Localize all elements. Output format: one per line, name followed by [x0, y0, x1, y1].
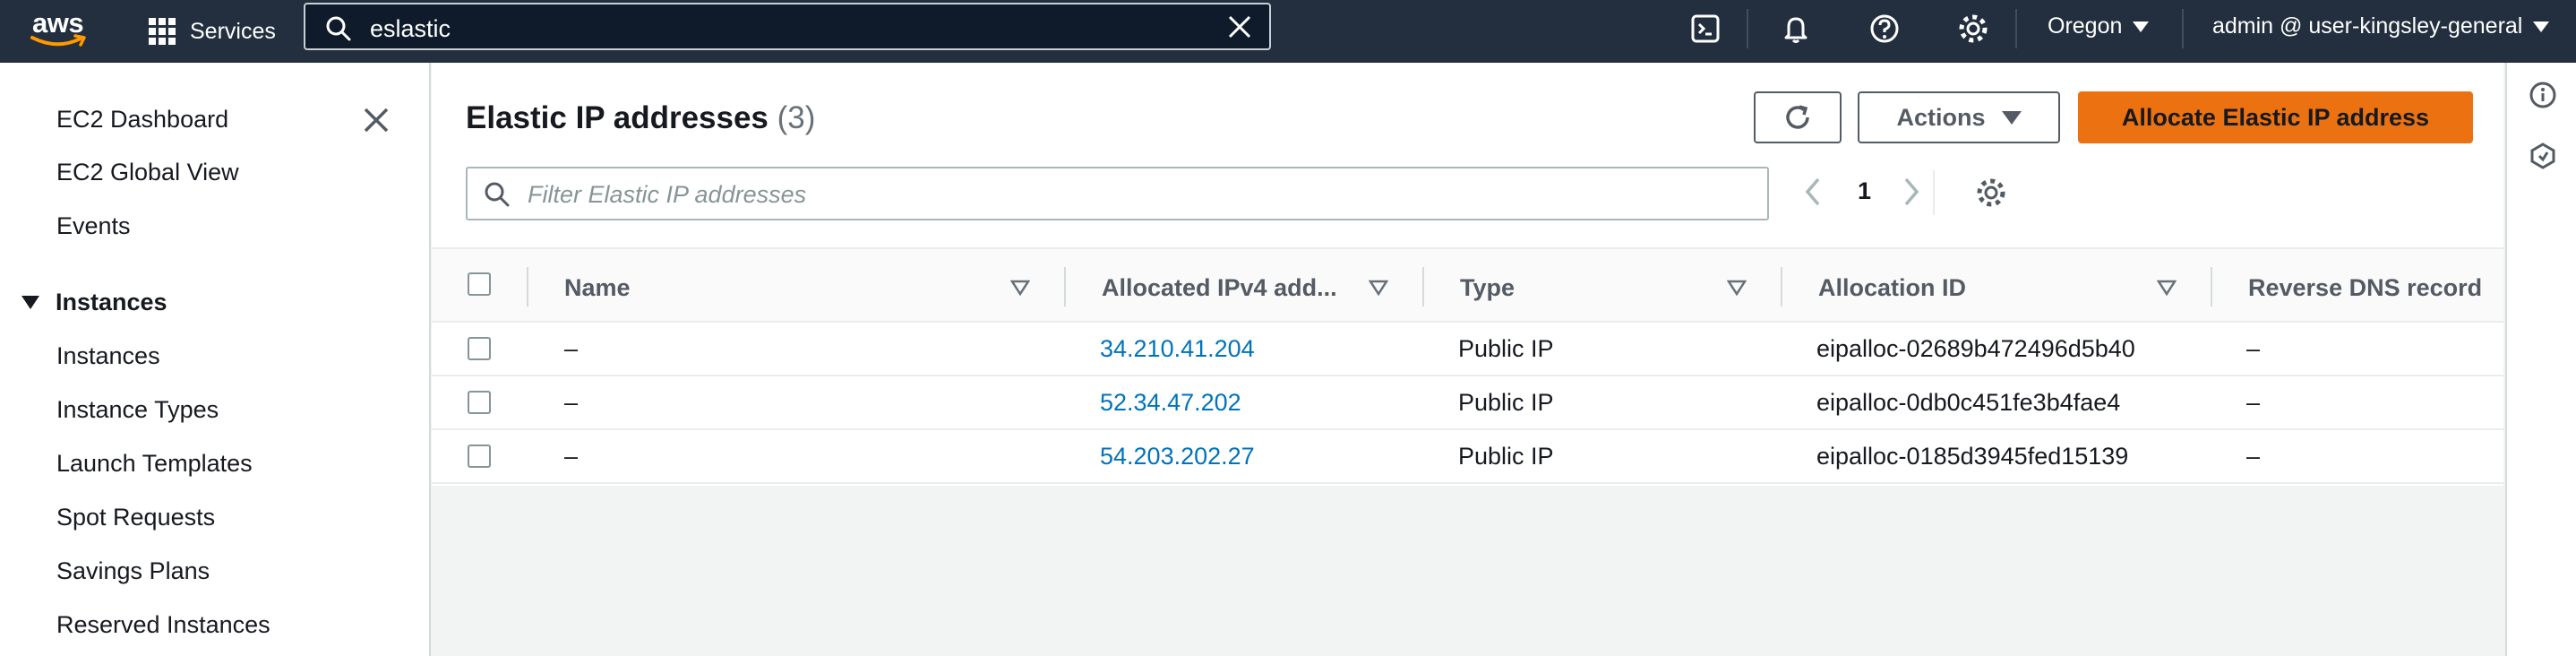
cell-name: – — [564, 443, 579, 470]
column-header-allocation-id[interactable]: Allocation ID — [1818, 274, 1966, 302]
search-icon — [485, 182, 510, 207]
column-divider — [527, 267, 528, 306]
right-utility-rail — [2505, 63, 2576, 656]
cell-ipv4-link[interactable]: 34.210.41.204 — [1100, 335, 1255, 363]
cell-type: Public IP — [1458, 443, 1554, 470]
close-icon[interactable] — [362, 106, 391, 134]
sidebar: EC2 Dashboard EC2 Global View Events Ins… — [0, 63, 431, 656]
search-value: eslastic — [370, 15, 451, 42]
column-divider — [2211, 267, 2212, 306]
sidebar-item-spot-requests[interactable]: Spot Requests — [56, 504, 215, 531]
global-search-input[interactable]: eslastic — [304, 3, 1271, 50]
cell-reverse-dns: – — [2246, 335, 2261, 362]
sidebar-item-launch-templates[interactable]: Launch Templates — [56, 450, 253, 478]
nav-divider — [2182, 9, 2184, 48]
allocate-label: Allocate Elastic IP address — [2121, 103, 2430, 131]
cell-reverse-dns: – — [2246, 443, 2261, 470]
preferences-gear-icon[interactable] — [1974, 176, 2008, 210]
column-divider — [1781, 267, 1782, 306]
search-icon — [326, 16, 351, 41]
services-label: Services — [190, 18, 276, 44]
table-row[interactable]: – 52.34.47.202 Public IP eipalloc-0db0c4… — [432, 376, 2503, 430]
services-grid-icon — [149, 18, 176, 45]
chevron-right-icon[interactable] — [1899, 174, 1924, 210]
chevron-left-icon[interactable] — [1800, 174, 1825, 210]
sidebar-item-instances[interactable]: Instances — [56, 342, 160, 370]
top-navigation: aws Services eslastic Oregon admin @ use… — [0, 0, 2576, 63]
allocate-elastic-ip-button[interactable]: Allocate Elastic IP address — [2078, 91, 2473, 143]
sort-icon[interactable] — [2157, 280, 2177, 296]
cell-ipv4-link[interactable]: 52.34.47.202 — [1100, 389, 1241, 417]
settings-gear-icon[interactable] — [1955, 11, 1991, 47]
region-label: Oregon — [2048, 13, 2123, 39]
item-count: (3) — [777, 100, 816, 135]
aws-logo[interactable]: aws — [27, 7, 97, 56]
page-title-text: Elastic IP addresses — [466, 100, 769, 135]
account-menu[interactable]: admin @ user-kingsley-general — [2212, 13, 2550, 39]
cell-name: – — [564, 335, 579, 362]
sidebar-section-label: Instances — [56, 289, 167, 315]
tutorial-panel-icon[interactable] — [2529, 142, 2557, 170]
sidebar-item-reserved-instances[interactable]: Reserved Instances — [56, 611, 270, 639]
column-header-reverse-dns[interactable]: Reverse DNS record — [2248, 274, 2482, 302]
column-header-ipv4[interactable]: Allocated IPv4 add... — [1102, 274, 1337, 302]
region-selector[interactable]: Oregon — [2048, 13, 2150, 39]
sidebar-item-savings-plans[interactable]: Savings Plans — [56, 557, 210, 585]
pagination-divider — [1933, 170, 1935, 215]
table-row[interactable]: – 54.203.202.27 Public IP eipalloc-0185d… — [432, 430, 2503, 484]
nav-divider — [2015, 9, 2017, 48]
help-icon[interactable] — [1867, 11, 1902, 47]
sidebar-item-events[interactable]: Events — [56, 212, 131, 240]
cell-allocation-id: eipalloc-0db0c451fe3b4fae4 — [1816, 389, 2121, 416]
elastic-ip-table-container: Elastic IP addresses (3) Actions Allocat… — [432, 63, 2503, 486]
chevron-down-icon — [2533, 21, 2550, 32]
row-checkbox[interactable] — [468, 337, 491, 360]
page-number[interactable]: 1 — [1858, 177, 1871, 205]
row-checkbox[interactable] — [468, 445, 491, 468]
cell-ipv4-link[interactable]: 54.203.202.27 — [1100, 443, 1255, 470]
sidebar-section-instances[interactable]: Instances — [21, 289, 167, 316]
cell-name: – — [564, 389, 579, 416]
table-row[interactable]: – 34.210.41.204 Public IP eipalloc-02689… — [432, 323, 2503, 376]
caret-down-icon — [2001, 110, 2022, 125]
cell-allocation-id: eipalloc-0185d3945fed15139 — [1816, 443, 2129, 470]
sidebar-item-ec2-dashboard[interactable]: EC2 Dashboard — [56, 106, 228, 134]
cell-type: Public IP — [1458, 335, 1554, 362]
caret-down-icon — [21, 296, 39, 309]
clear-search-icon[interactable] — [1226, 13, 1253, 40]
refresh-button[interactable] — [1754, 91, 1842, 143]
nav-divider — [1747, 9, 1748, 48]
filter-placeholder: Filter Elastic IP addresses — [528, 181, 807, 208]
column-header-type[interactable]: Type — [1460, 274, 1515, 302]
chevron-down-icon — [2133, 21, 2150, 32]
services-menu-button[interactable]: Services — [149, 11, 276, 52]
cloudshell-icon[interactable] — [1687, 11, 1723, 47]
info-icon[interactable] — [2529, 81, 2557, 109]
actions-label: Actions — [1896, 103, 1986, 131]
column-divider — [1064, 267, 1066, 306]
refresh-icon — [1786, 105, 1809, 129]
cell-reverse-dns: – — [2246, 389, 2261, 416]
column-header-name[interactable]: Name — [564, 274, 631, 302]
filter-input[interactable]: Filter Elastic IP addresses — [466, 167, 1769, 220]
sort-icon[interactable] — [1727, 280, 1747, 296]
sidebar-item-ec2-global-view[interactable]: EC2 Global View — [56, 159, 239, 186]
cell-allocation-id: eipalloc-02689b472496d5b40 — [1816, 335, 2135, 362]
account-label: admin @ user-kingsley-general — [2212, 13, 2523, 39]
cell-type: Public IP — [1458, 389, 1554, 416]
table-header: Name Allocated IPv4 add... Type Allocati… — [432, 247, 2503, 323]
sort-icon[interactable] — [1010, 280, 1030, 296]
sidebar-item-instance-types[interactable]: Instance Types — [56, 396, 219, 424]
column-divider — [1422, 267, 1424, 306]
actions-dropdown-button[interactable]: Actions — [1858, 91, 2060, 143]
page-title: Elastic IP addresses (3) — [466, 100, 815, 136]
row-checkbox[interactable] — [468, 391, 491, 414]
select-all-checkbox[interactable] — [468, 272, 491, 296]
sort-icon[interactable] — [1369, 280, 1388, 296]
aws-smile-icon — [30, 34, 86, 47]
notifications-bell-icon[interactable] — [1778, 11, 1814, 47]
